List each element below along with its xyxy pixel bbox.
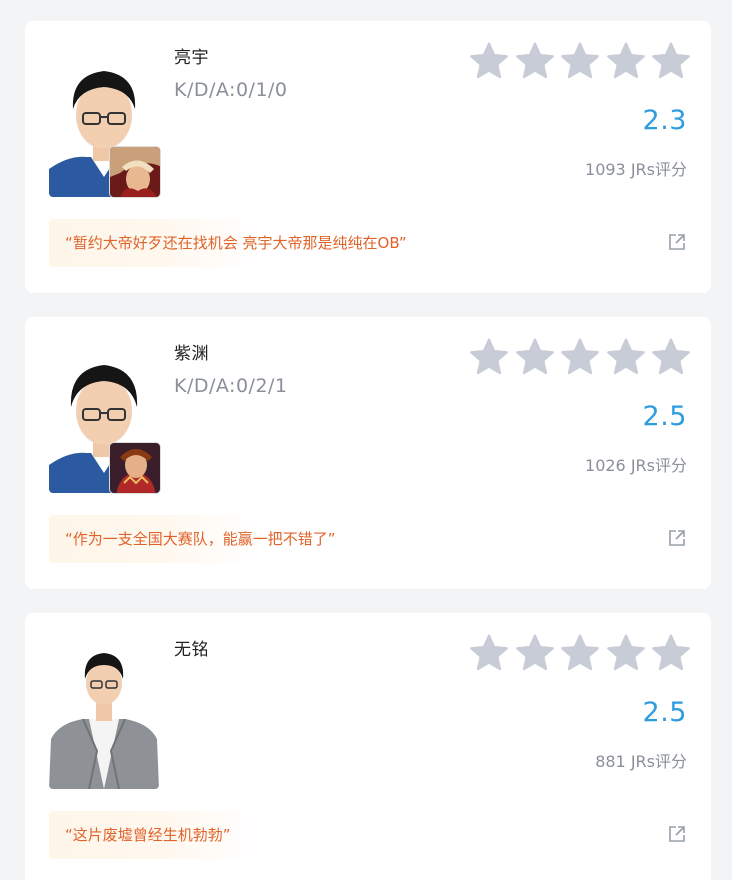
star-icon[interactable] [515,337,555,377]
star-icon[interactable] [651,633,691,673]
star-icon[interactable] [651,337,691,377]
top-comment[interactable]: “暂约大帝好歹还在找机会 亮宇大帝那是纯纯在OB” [65,232,407,253]
star-icon[interactable] [469,633,509,673]
star-icon[interactable] [560,41,600,81]
rating-count: 881 JRs评分 [595,752,687,771]
star-icon[interactable] [469,41,509,81]
player-kda: K/D/A:0/2/1 [174,375,288,397]
rating-count: 1026 JRs评分 [585,456,687,475]
player-card[interactable]: 紫渊 K/D/A:0/2/1 2.5 1026 JRs评分 “作为一支全国大赛队… [25,317,711,589]
player-avatar[interactable] [49,639,159,789]
star-icon[interactable] [651,41,691,81]
share-icon[interactable] [668,233,686,251]
player-name: 无铭 [174,640,209,660]
player-card[interactable]: 亮宇 K/D/A:0/1/0 2.3 1093 JRs评分 “暂约大帝好歹还在找… [25,21,711,293]
rating-count: 1093 JRs评分 [585,160,687,179]
share-icon[interactable] [668,825,686,843]
star-icon[interactable] [606,633,646,673]
player-card[interactable]: 无铭 2.5 881 JRs评分 “这片废墟曾经生机勃勃” [25,613,711,880]
star-icon[interactable] [606,337,646,377]
top-comment[interactable]: “作为一支全国大赛队，能赢一把不错了” [65,528,336,549]
star-icon[interactable] [560,337,600,377]
hero-icon [109,442,161,494]
rating-stars[interactable] [469,41,691,83]
player-rating-list: 亮宇 K/D/A:0/1/0 2.3 1093 JRs评分 “暂约大帝好歹还在找… [0,0,732,880]
share-icon[interactable] [668,529,686,547]
rating-score: 2.3 [642,105,687,136]
rating-stars[interactable] [469,337,691,379]
hero-icon [109,146,161,198]
rating-score: 2.5 [642,401,687,432]
star-icon[interactable] [560,633,600,673]
star-icon[interactable] [606,41,646,81]
rating-score: 2.5 [642,697,687,728]
star-icon[interactable] [515,633,555,673]
star-icon[interactable] [515,41,555,81]
rating-stars[interactable] [469,633,691,675]
player-name: 亮宇 [174,48,209,68]
star-icon[interactable] [469,337,509,377]
player-kda: K/D/A:0/1/0 [174,79,288,101]
player-name: 紫渊 [174,344,209,364]
top-comment[interactable]: “这片废墟曾经生机勃勃” [65,824,231,845]
